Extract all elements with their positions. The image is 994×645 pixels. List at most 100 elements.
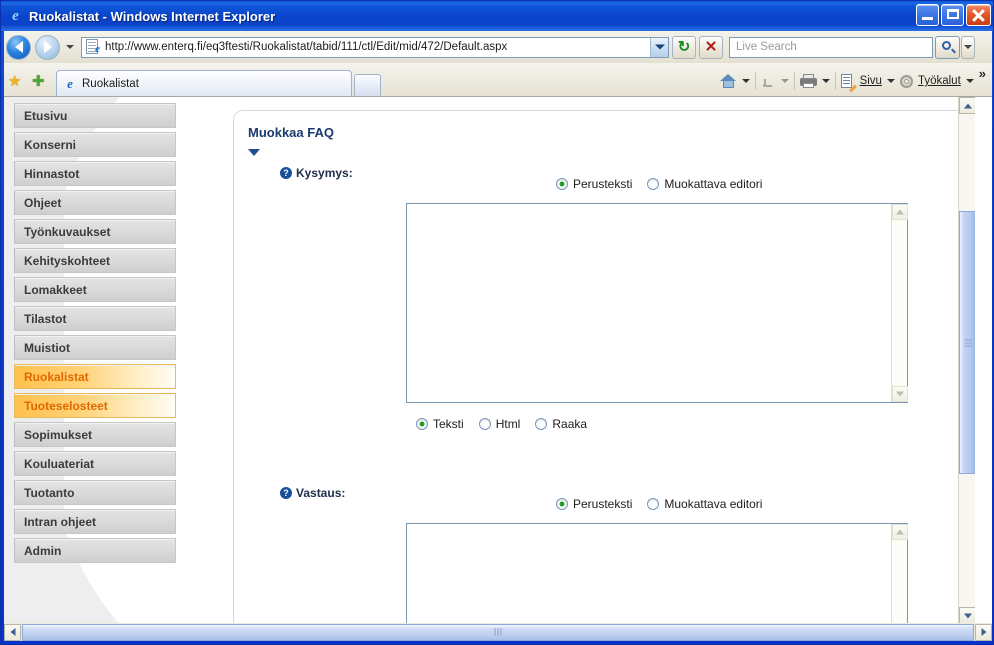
sidebar-item-label: Tuoteselosteet (24, 398, 108, 413)
print-button[interactable] (798, 68, 832, 94)
scroll-up-icon[interactable] (892, 524, 908, 540)
radio-perusteksti[interactable] (556, 498, 568, 510)
kysymys-textarea[interactable] (406, 203, 908, 403)
scroll-up-button[interactable] (959, 97, 975, 114)
tab-ruokalistat[interactable]: e Ruokalistat (56, 70, 352, 96)
radio-muokattava-editori-label[interactable]: Muokattava editori (664, 177, 762, 191)
sidebar-item-tuotanto[interactable]: Tuotanto (14, 480, 176, 505)
sidebar-item-tilastot[interactable]: Tilastot (14, 306, 176, 331)
faq-edit-panel: Muokkaa FAQ ? Kysymys: Perusteksti Muoka… (233, 110, 973, 623)
chevron-down-icon[interactable] (965, 79, 974, 83)
sidebar-item-kehityskohteet[interactable]: Kehityskohteet (14, 248, 176, 273)
sidebar-item-muistiot[interactable]: Muistiot (14, 335, 176, 360)
radio-perusteksti[interactable] (556, 178, 568, 190)
vastaus-textarea-body[interactable] (407, 524, 891, 623)
sidebar-item-intran-ohjeet[interactable]: Intran ohjeet (14, 509, 176, 534)
radio-muokattava-editori-label[interactable]: Muokattava editori (664, 497, 762, 511)
page-title: Muokkaa FAQ (248, 125, 334, 140)
command-bar: Sivu Työkalut » (718, 66, 992, 96)
sidebar-item-sopimukset[interactable]: Sopimukset (14, 422, 176, 447)
vastaus-textarea-scrollbar[interactable] (891, 524, 908, 623)
page-vertical-scrollbar[interactable] (958, 97, 975, 623)
triangle-down-icon[interactable] (248, 149, 260, 156)
vertical-scrollbar-thumb[interactable] (959, 211, 975, 474)
radio-teksti-label[interactable]: Teksti (433, 417, 464, 431)
search-button[interactable] (935, 35, 960, 59)
radio-raaka-label[interactable]: Raaka (552, 417, 587, 431)
back-button[interactable] (4, 33, 33, 62)
recent-pages-dropdown[interactable] (63, 36, 77, 58)
scroll-down-icon[interactable] (892, 386, 908, 402)
field-label-text: Kysymys: (296, 166, 353, 180)
radio-perusteksti-label[interactable]: Perusteksti (573, 497, 632, 511)
sidebar-item-konserni[interactable]: Konserni (14, 132, 176, 157)
new-tab-button[interactable] (354, 74, 381, 96)
sidebar-item-label: Tuotanto (24, 485, 75, 500)
feeds-button[interactable] (759, 68, 791, 94)
sidebar-item-etusivu[interactable]: Etusivu (14, 103, 176, 128)
close-button[interactable] (966, 4, 991, 26)
forward-button[interactable] (33, 33, 62, 62)
maximize-button[interactable] (941, 4, 964, 26)
help-icon[interactable]: ? (280, 167, 292, 179)
page-icon (840, 73, 857, 92)
sidebar-item-ruokalistat[interactable]: Ruokalistat (14, 364, 176, 389)
divider (834, 72, 836, 90)
sidebar-item-admin[interactable]: Admin (14, 538, 176, 563)
address-dropdown-button[interactable] (650, 37, 668, 57)
page-menu-button[interactable]: Sivu (839, 68, 897, 94)
refresh-button[interactable]: ↻ (672, 35, 696, 59)
chevron-down-icon[interactable] (886, 79, 895, 83)
radio-raaka[interactable] (535, 418, 548, 430)
command-overflow-icon[interactable]: » (979, 66, 986, 81)
search-provider-dropdown[interactable] (961, 35, 975, 59)
sidebar-item-label: Kouluateriat (24, 456, 95, 471)
page-icon: e (85, 39, 101, 55)
kysymys-format-group: Teksti Html Raaka (416, 417, 597, 431)
sidebar-item-label: Muistiot (24, 340, 70, 355)
window-title: Ruokalistat - Windows Internet Explorer (29, 8, 276, 24)
radio-teksti[interactable] (416, 418, 428, 430)
radio-html[interactable] (478, 418, 491, 430)
page-horizontal-scrollbar[interactable] (4, 623, 992, 641)
search-input[interactable]: Live Search (730, 41, 797, 53)
add-to-favorites-button[interactable]: ✚ (28, 66, 52, 96)
radio-html-label[interactable]: Html (496, 417, 521, 431)
scroll-down-button[interactable] (959, 607, 975, 623)
kysymys-textarea-body[interactable] (407, 204, 891, 402)
sidebar-item-tuoteselosteet[interactable]: Tuoteselosteet (14, 393, 176, 418)
tools-menu-button[interactable]: Työkalut (897, 68, 976, 94)
chevron-down-icon[interactable] (741, 79, 750, 83)
help-icon[interactable]: ? (280, 487, 292, 499)
title-bar: e Ruokalistat - Windows Internet Explore… (1, 1, 993, 31)
address-bar[interactable]: e http://www.enterq.fi/eq3ftesti/Ruokali… (81, 36, 669, 58)
favorites-center-button[interactable]: ★ (4, 66, 28, 96)
search-box[interactable]: Live Search (729, 36, 933, 58)
address-input[interactable]: http://www.enterq.fi/eq3ftesti/Ruokalist… (105, 41, 650, 53)
tab-label: Ruokalistat (82, 77, 139, 90)
site-sidebar: Etusivu Konserni Hinnastot Ohjeet Työnku… (4, 97, 224, 623)
home-button[interactable] (718, 68, 752, 94)
sidebar-item-label: Hinnastot (24, 166, 80, 181)
chevron-down-icon[interactable] (821, 79, 830, 83)
stop-button[interactable]: ✕ (699, 35, 723, 59)
sidebar-item-lomakkeet[interactable]: Lomakkeet (14, 277, 176, 302)
add-star-icon: ✚ (32, 73, 45, 90)
scroll-up-icon[interactable] (892, 204, 908, 220)
radio-perusteksti-label[interactable]: Perusteksti (573, 177, 632, 191)
vastaus-textarea[interactable] (406, 523, 908, 623)
sidebar-item-hinnastot[interactable]: Hinnastot (14, 161, 176, 186)
horizontal-scrollbar-thumb[interactable] (22, 623, 974, 641)
scroll-right-button[interactable] (975, 623, 992, 641)
home-icon (719, 73, 737, 89)
scroll-left-button[interactable] (4, 623, 21, 641)
minimize-button[interactable] (916, 4, 939, 26)
sidebar-item-kouluateriat[interactable]: Kouluateriat (14, 451, 176, 476)
radio-muokattava-editori[interactable] (647, 178, 660, 190)
sidebar-item-tyonkuvaukset[interactable]: Työnkuvaukset (14, 219, 176, 244)
chevron-down-icon[interactable] (780, 79, 789, 83)
kysymys-textarea-scrollbar[interactable] (891, 204, 908, 402)
sidebar-item-ohjeet[interactable]: Ohjeet (14, 190, 176, 215)
refresh-icon: ↻ (677, 38, 691, 56)
radio-muokattava-editori[interactable] (647, 498, 660, 510)
